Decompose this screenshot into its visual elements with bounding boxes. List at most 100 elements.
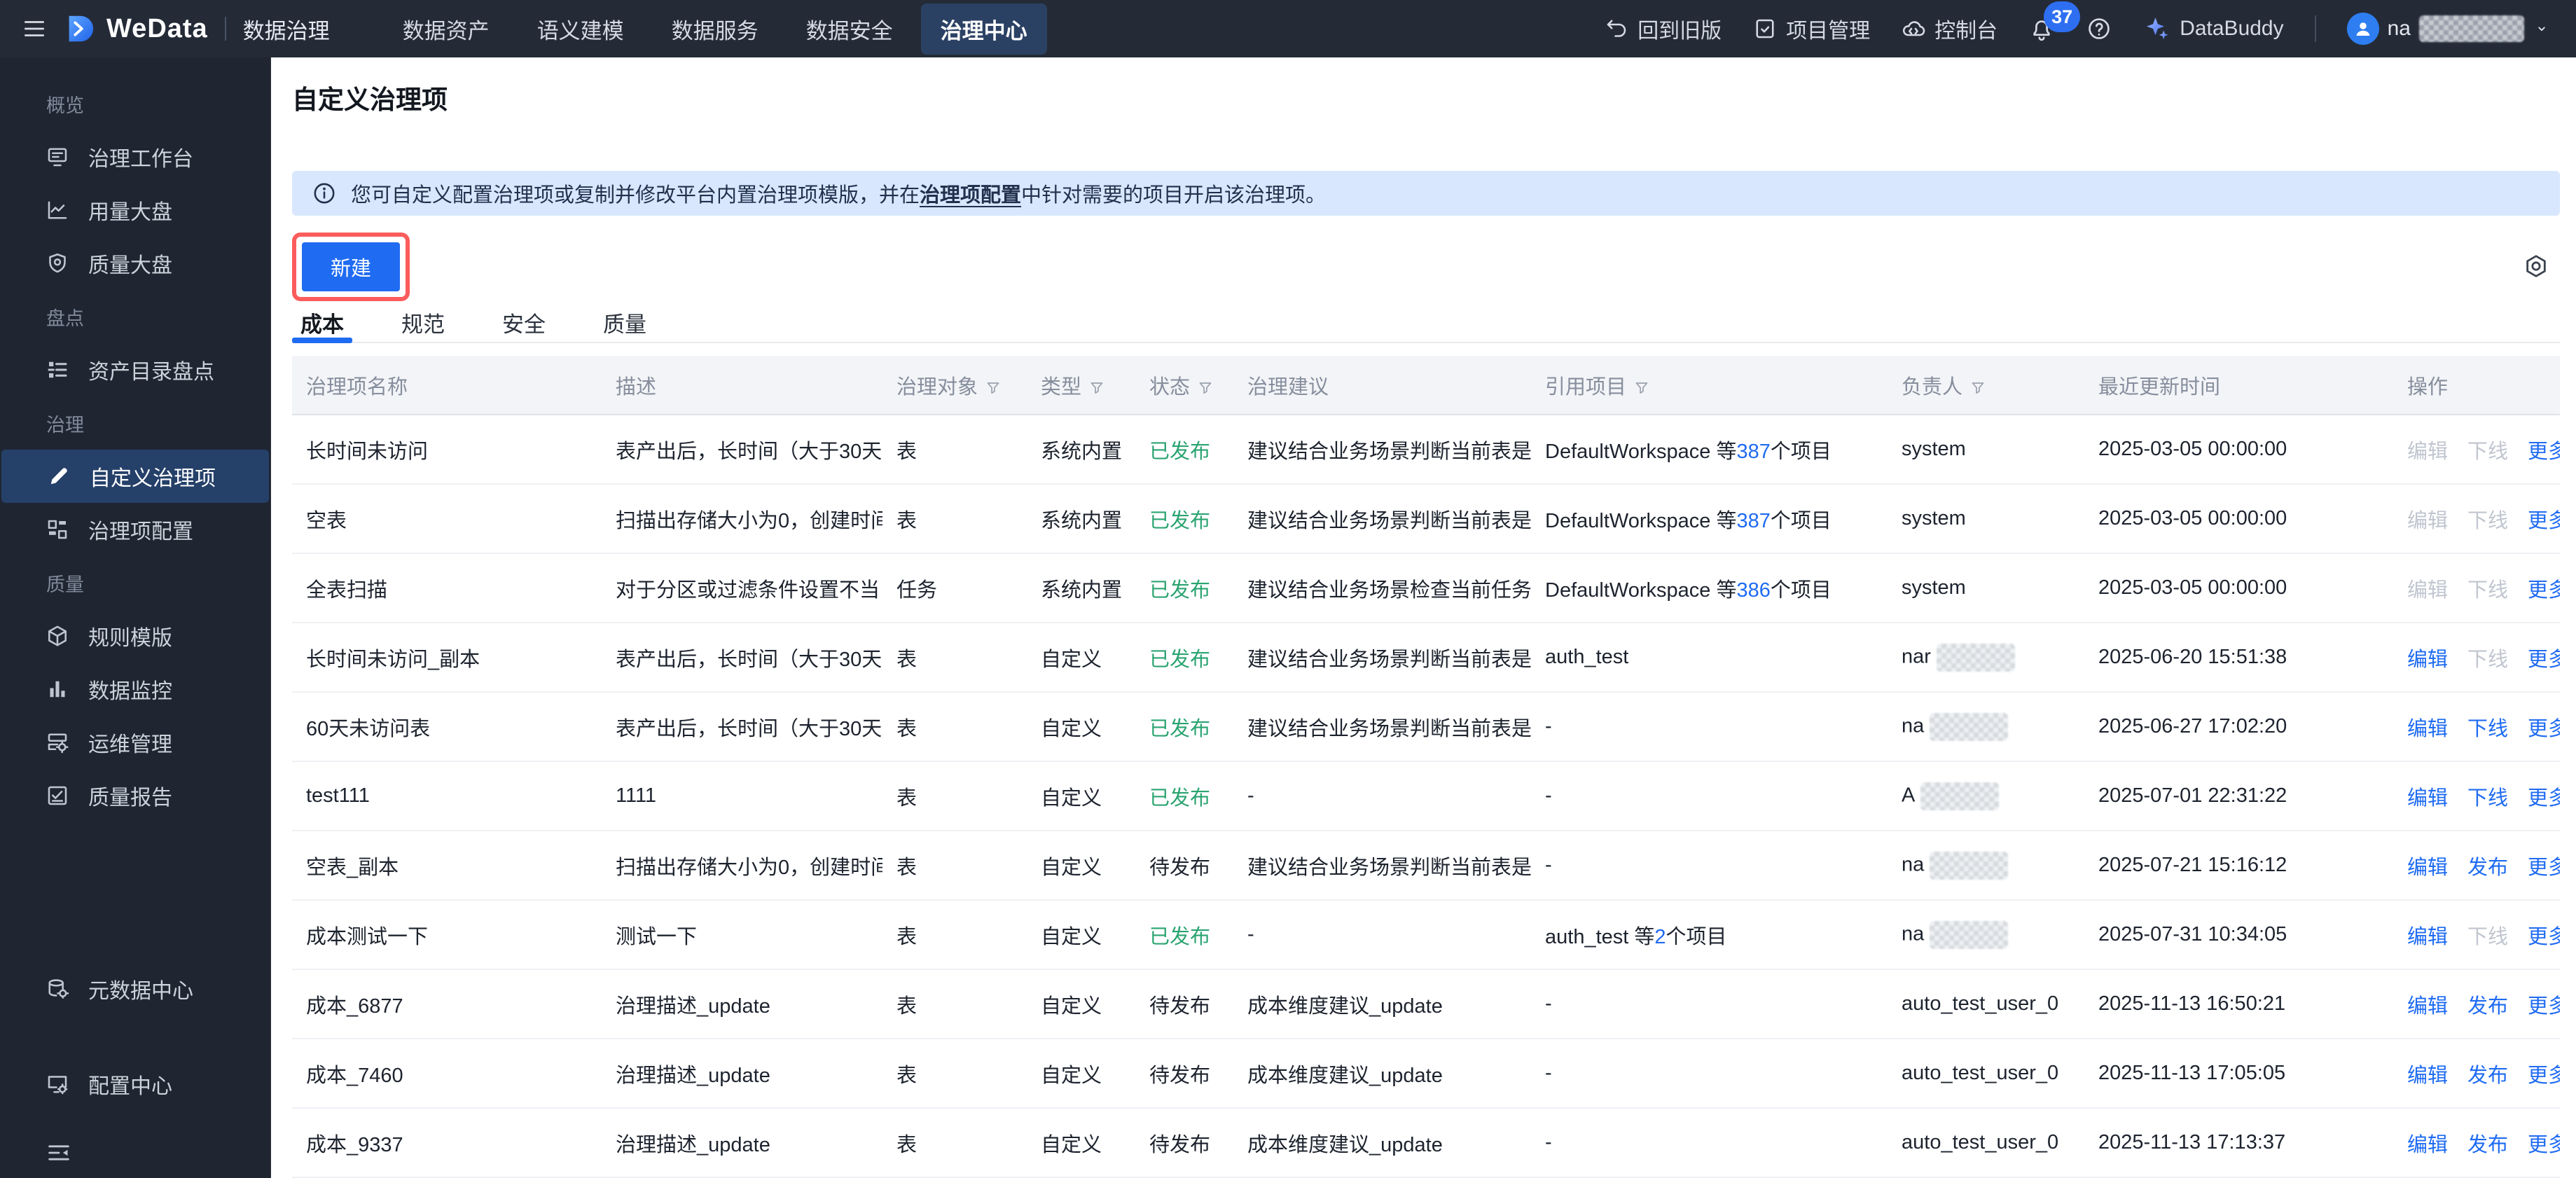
- cell-status: 已发布: [1135, 623, 1233, 693]
- column-header: 治理项名称: [292, 356, 602, 415]
- topnav-item[interactable]: 语义建模: [518, 4, 644, 55]
- sidebar-collapse-icon[interactable]: [45, 1139, 73, 1167]
- action-link[interactable]: 编辑: [2407, 1134, 2448, 1156]
- action-link[interactable]: 编辑: [2407, 718, 2448, 740]
- cell-description: 1111: [602, 761, 882, 831]
- filter-icon[interactable]: [1633, 380, 1650, 396]
- navbar-divider: [2314, 15, 2316, 42]
- action-link[interactable]: 发布: [2467, 1134, 2508, 1156]
- help-icon[interactable]: [2086, 15, 2112, 42]
- sidebar-item-entry[interactable]: 资产目录盘点: [0, 343, 270, 396]
- sidebar-section-label: 盘点: [46, 307, 84, 329]
- column-header-label: 操作: [2407, 375, 2449, 399]
- topnav-project-manage-button[interactable]: 项目管理: [1752, 13, 1870, 44]
- action-link[interactable]: 下线: [2467, 787, 2508, 810]
- banner-text-before: 您可自定义配置治理项或复制并修改平台内置治理项模版，并在: [351, 184, 920, 207]
- action-link[interactable]: 编辑: [2407, 926, 2448, 948]
- banner-link[interactable]: 治理项配置: [920, 184, 1021, 207]
- ref-project-count-link[interactable]: 386: [1736, 579, 1770, 602]
- status-badge: 已发布: [1149, 578, 1211, 602]
- create-button[interactable]: 新建: [302, 242, 400, 291]
- action-link[interactable]: 发布: [2467, 1065, 2508, 1087]
- databuddy-button[interactable]: DataBuddy: [2143, 15, 2284, 43]
- sidebar-item-entry[interactable]: 治理项配置: [0, 503, 270, 556]
- topnav-item[interactable]: 治理中心: [920, 3, 1047, 55]
- filter-icon[interactable]: [985, 380, 1002, 396]
- action-link[interactable]: 编辑: [2407, 787, 2448, 810]
- action-link[interactable]: 更多: [2528, 441, 2560, 463]
- sidebar-item-entry[interactable]: 质量报告: [0, 769, 270, 822]
- action-link[interactable]: 发布: [2467, 857, 2508, 879]
- cell-description: 测试一下: [602, 900, 882, 970]
- ref-project-count-link[interactable]: 2: [1654, 926, 1666, 948]
- action-link[interactable]: 编辑: [2407, 995, 2448, 1018]
- sidebar-item-active[interactable]: 自定义治理项: [1, 450, 269, 503]
- action-link[interactable]: 更多: [2528, 718, 2560, 740]
- column-header: 状态: [1135, 356, 1233, 415]
- user-menu[interactable]: na: [2346, 13, 2551, 45]
- notification-bell-icon[interactable]: 37: [2028, 1, 2081, 42]
- sidebar-item-entry[interactable]: 质量大盘: [0, 237, 270, 290]
- action-link[interactable]: 编辑: [2407, 857, 2448, 879]
- sidebar-item-entry[interactable]: 用量大盘: [0, 183, 270, 237]
- ref-project-count-link[interactable]: 387: [1736, 441, 1770, 463]
- action-link[interactable]: 编辑: [2407, 1065, 2448, 1087]
- sidebar-item-entry[interactable]: 规则模版: [0, 609, 270, 663]
- table-row: test111 1111 表自定义 已发布 - - A 2025-07-01 22:31:22…: [292, 761, 2560, 831]
- action-link[interactable]: 更多: [2528, 857, 2560, 879]
- action-link[interactable]: 更多: [2528, 926, 2560, 948]
- ref-suffix: 个项目: [1666, 925, 1727, 948]
- owner-text: system: [1902, 438, 1966, 460]
- cell-updated-time: 2025-11-13 17:13:37: [2084, 1108, 2393, 1178]
- filter-icon[interactable]: [1088, 380, 1105, 396]
- cell-type: 系统内置: [1027, 484, 1135, 554]
- settings-gear-icon[interactable]: [2522, 253, 2550, 281]
- action-link[interactable]: 编辑: [2407, 649, 2448, 671]
- cell-updated-time: 2025-03-05 00:00:00: [2084, 484, 2393, 554]
- column-header-label: 引用项目: [1545, 375, 1627, 399]
- status-badge: 待发布: [1149, 1133, 1211, 1156]
- tab-item[interactable]: 安全: [494, 307, 554, 342]
- topnav-item[interactable]: 数据服务: [652, 4, 778, 55]
- filter-icon[interactable]: [1969, 380, 1986, 396]
- tab-item[interactable]: 规范: [393, 307, 453, 342]
- filter-icon[interactable]: [1197, 380, 1214, 396]
- action-link[interactable]: 更多: [2528, 510, 2560, 532]
- sidebar-item-entry[interactable]: 数据监控: [0, 663, 270, 716]
- sidebar-section-label: 概览: [46, 95, 84, 116]
- brand[interactable]: WeData 数据治理: [63, 13, 330, 45]
- cell-ref-projects: DefaultWorkspace 等387个项目: [1531, 415, 1888, 485]
- sidebar-footer-item[interactable]: 元数据中心: [0, 955, 270, 1023]
- status-badge: 已发布: [1149, 925, 1211, 948]
- topnav-console-cloud-button[interactable]: 控制台: [1901, 13, 1997, 44]
- column-header-label: 最近更新时间: [2098, 375, 2221, 399]
- action-link[interactable]: 更多: [2528, 1065, 2560, 1087]
- sidebar-item-entry[interactable]: 运维管理: [0, 716, 270, 769]
- action-link[interactable]: 更多: [2528, 995, 2560, 1018]
- ref-project-count-link[interactable]: 387: [1736, 510, 1770, 532]
- sidebar-section-label: 治理: [46, 414, 84, 436]
- action-link[interactable]: 更多: [2528, 1134, 2560, 1156]
- action-link[interactable]: 发布: [2467, 995, 2508, 1018]
- ref-prefix: DefaultWorkspace 等: [1545, 509, 1737, 532]
- ref-prefix: DefaultWorkspace 等: [1545, 578, 1737, 602]
- tab-active[interactable]: 成本: [292, 307, 352, 343]
- cell-suggestion: 建议结合业务场景判断当前表是否...: [1233, 831, 1531, 901]
- cell-ref-projects: auth_test 等2个项目: [1531, 900, 1888, 970]
- action-link-disabled: 下线: [2467, 578, 2509, 602]
- action-link[interactable]: 更多: [2528, 787, 2560, 810]
- sidebar-footer-item[interactable]: 配置中心: [0, 1051, 270, 1118]
- cell-ref-projects: auth_test: [1531, 623, 1888, 693]
- cell-status: 待发布: [1135, 831, 1233, 901]
- action-link[interactable]: 下线: [2467, 718, 2508, 740]
- menu-toggle-icon[interactable]: [0, 15, 63, 42]
- topnav-item[interactable]: 数据资产: [383, 4, 509, 55]
- sidebar-item-entry[interactable]: 治理工作台: [0, 130, 270, 183]
- action-link[interactable]: 更多: [2528, 649, 2560, 671]
- tab-item[interactable]: 质量: [595, 307, 655, 342]
- cell-actions: 编辑下线更多: [2393, 692, 2560, 762]
- catalog-list-icon: [45, 357, 70, 382]
- topnav-undo-button[interactable]: 回到旧版: [1604, 13, 1722, 44]
- action-link[interactable]: 更多: [2528, 579, 2560, 602]
- topnav-item[interactable]: 数据安全: [787, 4, 913, 55]
